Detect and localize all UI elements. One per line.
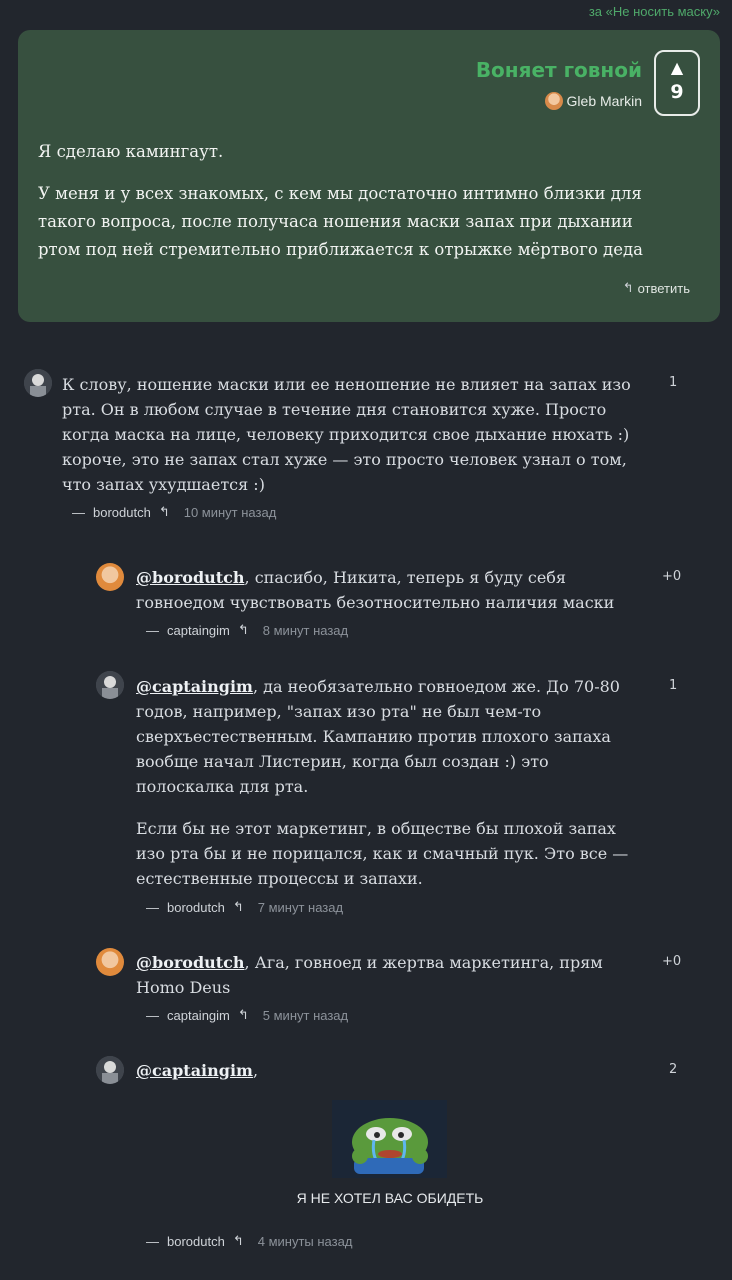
meta-dash: — (146, 1233, 159, 1249)
avatar[interactable] (24, 369, 52, 397)
meta-dash: — (146, 622, 159, 638)
comment-time[interactable]: 8 минут назад (263, 623, 348, 638)
reply-arrow-icon[interactable]: ↰ (233, 899, 244, 915)
reply-label: ответить (637, 280, 690, 296)
comment-meta: — captaingim ↰ 5 минут назад (146, 1007, 348, 1023)
comment-meta: — borodutch ↰ 7 минут назад (146, 899, 343, 915)
reply-arrow-icon[interactable]: ↰ (238, 1007, 249, 1023)
mention-link[interactable]: @captaingim (136, 1061, 253, 1080)
comment-author[interactable]: borodutch (167, 900, 225, 915)
comment-score: +0 (662, 569, 682, 584)
comment-text: @captaingim, да необязательно говноедом … (136, 674, 636, 908)
comment-paragraph: Если бы не этот маркетинг, в обществе бы… (136, 819, 629, 888)
comment-time[interactable]: 5 минут назад (263, 1008, 348, 1023)
reply-arrow-icon: ↰ (622, 280, 634, 295)
reply-arrow-icon[interactable]: ↰ (233, 1233, 244, 1249)
comment-time[interactable]: 4 минуты назад (258, 1234, 353, 1249)
meta-dash: — (146, 899, 159, 915)
reply-arrow-icon[interactable]: ↰ (159, 504, 170, 520)
post-author[interactable]: Gleb Markin (544, 92, 642, 110)
comment-author[interactable]: borodutch (167, 1234, 225, 1249)
comment-score: 2 (669, 1062, 678, 1077)
comment-paragraph: К слову, ношение маски или ее неношение … (62, 375, 631, 494)
vote-box[interactable]: ▲ 9 (654, 50, 700, 116)
parent-topic-link[interactable]: за «Не носить маску» (589, 4, 720, 19)
sad-frog-image (332, 1100, 447, 1178)
comment-paragraph: @captaingim, (136, 1058, 646, 1083)
comment-score: +0 (662, 954, 682, 969)
avatar[interactable] (96, 948, 124, 976)
vote-count: 9 (670, 81, 684, 103)
avatar[interactable] (96, 1056, 124, 1084)
post-title[interactable]: Воняет говной (476, 58, 642, 82)
comment-text: @captaingim, (136, 1058, 646, 1100)
reply-arrow-icon[interactable]: ↰ (238, 622, 249, 638)
author-name: Gleb Markin (566, 93, 642, 109)
post-paragraph: У меня и у всех знакомых, с кем мы доста… (38, 184, 643, 259)
comment-text: К слову, ношение маски или ее неношение … (62, 372, 652, 514)
post-body: Я сделаю камингаут. У меня и у всех знак… (38, 138, 678, 278)
comment-paragraph: @borodutch, спасибо, Никита, теперь я бу… (136, 565, 646, 615)
comment-meta: — borodutch ↰ 10 минут назад (72, 504, 276, 520)
meta-dash: — (72, 504, 85, 520)
post-paragraph: Я сделаю камингаут. (38, 142, 224, 161)
comment-meta: — borodutch ↰ 4 минуты назад (146, 1233, 352, 1249)
comment-paragraph: @captaingim, да необязательно говноедом … (136, 674, 636, 799)
avatar[interactable] (96, 563, 124, 591)
comment-score: 1 (669, 678, 678, 693)
meta-dash: — (146, 1007, 159, 1023)
mention-link[interactable]: @captaingim (136, 677, 253, 696)
image-caption: Я НЕ ХОТЕЛ ВАС ОБИДЕТЬ (296, 1190, 484, 1206)
comment-time[interactable]: 7 минут назад (258, 900, 343, 915)
comment-time[interactable]: 10 минут назад (184, 505, 277, 520)
comment-paragraph: @borodutch, Ага, говноед и жертва маркет… (136, 950, 646, 1000)
author-avatar (544, 92, 563, 110)
avatar[interactable] (96, 671, 124, 699)
comment-body-text: , (252, 1061, 259, 1080)
post-card: Воняет говной Gleb Markin ▲ 9 Я сделаю к… (18, 30, 720, 322)
mention-link[interactable]: @borodutch (136, 953, 245, 972)
upvote-arrow-icon[interactable]: ▲ (656, 59, 698, 77)
reply-button[interactable]: ↰ ответить (623, 280, 690, 296)
comment-meta: — captaingim ↰ 8 минут назад (146, 622, 348, 638)
comment-score: 1 (669, 375, 678, 390)
comment-author[interactable]: borodutch (93, 505, 151, 520)
comment-author[interactable]: captaingim (167, 623, 230, 638)
mention-link[interactable]: @borodutch (136, 568, 245, 587)
comment-author[interactable]: captaingim (167, 1008, 230, 1023)
